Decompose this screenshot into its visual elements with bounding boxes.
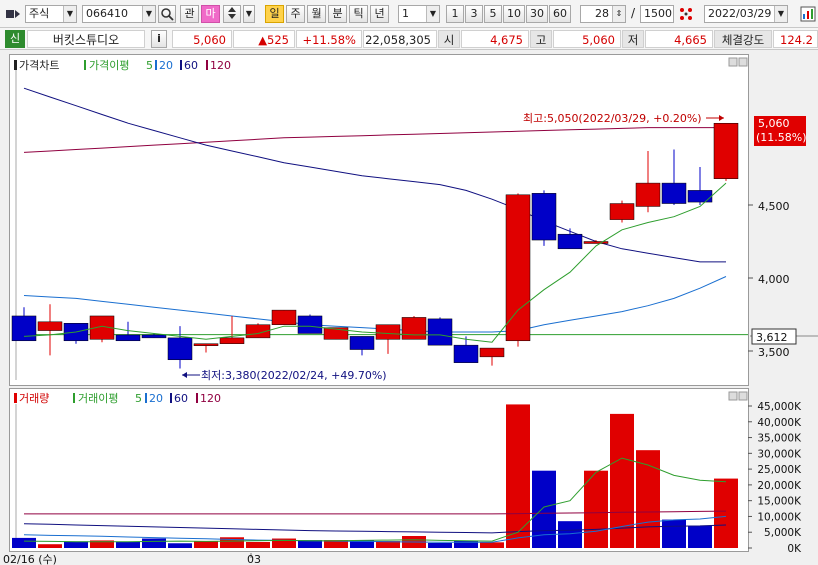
price-tick-label: 4,000 bbox=[758, 273, 790, 286]
volume-series bbox=[12, 404, 738, 548]
price-ma120-line bbox=[23, 127, 726, 153]
volume-bar bbox=[116, 541, 140, 548]
volume-bar bbox=[194, 541, 218, 548]
candle-body bbox=[427, 318, 453, 346]
max-annotation: 최고:5,050(2022/03/29, +0.20%) bbox=[523, 112, 724, 125]
volume-bar bbox=[12, 537, 36, 548]
candle-body bbox=[453, 344, 479, 363]
price-ma20-label: 20 bbox=[159, 59, 173, 72]
candle-body bbox=[609, 203, 635, 220]
volume-ma20-label: 20 bbox=[149, 392, 163, 405]
price-ma120-label: 120 bbox=[210, 59, 231, 72]
volume-tick-label: 10,000K bbox=[757, 511, 802, 523]
candle-body bbox=[37, 321, 63, 331]
price-chart-title: 가격차트 bbox=[19, 59, 59, 72]
volume-tick-label: 5,000K bbox=[764, 527, 802, 539]
candle-body bbox=[583, 241, 609, 244]
candle-body bbox=[713, 122, 739, 179]
chart-svg: 가격차트 가격이평 5 20 60 120 거래량 거래이평 5 20 60 1… bbox=[3, 57, 818, 565]
volume-tick-label: 35,000K bbox=[757, 433, 802, 445]
volume-panel-controls[interactable] bbox=[728, 391, 748, 401]
volume-bar bbox=[688, 525, 712, 548]
candle-body bbox=[193, 343, 219, 346]
candle-body bbox=[557, 233, 583, 250]
candle-body bbox=[375, 324, 401, 340]
volume-ma-label: 거래이평 bbox=[78, 392, 118, 405]
ref-price-tag-value: 3,612 bbox=[756, 331, 788, 344]
volume-bar bbox=[38, 544, 62, 548]
volume-bar bbox=[584, 470, 608, 548]
candle-body bbox=[297, 315, 323, 334]
candle-body bbox=[115, 334, 141, 342]
x-axis-start-label: 02/16 (수) bbox=[3, 553, 57, 565]
candle-body bbox=[219, 337, 245, 344]
candle-body bbox=[11, 315, 37, 342]
max-annotation-text: 최고:5,050(2022/03/29, +0.20%) bbox=[523, 112, 702, 125]
candle-body bbox=[635, 182, 661, 207]
candle-body bbox=[349, 336, 375, 350]
price-ma-label: 가격이평 bbox=[89, 59, 129, 72]
price-tick-label: 3,500 bbox=[758, 346, 790, 359]
candle-body bbox=[479, 347, 505, 358]
volume-tick-label: 45,000K bbox=[757, 401, 802, 413]
volume-tick-label: 15,000K bbox=[757, 496, 802, 508]
min-annotation-text: 최저:3,380(2022/02/24, +49.70%) bbox=[201, 369, 387, 382]
axes: 4,500 4,000 3,500 45,000K 40,000K 35,000K 30,0… bbox=[748, 200, 802, 555]
volume-bar bbox=[64, 541, 88, 548]
volume-tick-label: 30,000K bbox=[757, 448, 802, 460]
volume-tick-label: 25,000K bbox=[757, 464, 802, 476]
volume-ma60-label: 60 bbox=[174, 392, 188, 405]
candle-body bbox=[505, 194, 531, 342]
price-tick-label: 4,500 bbox=[758, 200, 790, 213]
candle-body bbox=[271, 309, 297, 325]
ref-price-tag: 3,612 bbox=[751, 328, 797, 345]
price-ma60-label: 60 bbox=[184, 59, 198, 72]
current-pct-tag-value: (11.58%) bbox=[756, 131, 807, 144]
candle-body bbox=[141, 334, 167, 339]
volume-bar bbox=[480, 542, 504, 548]
candle-body bbox=[661, 182, 687, 204]
candle-body bbox=[531, 193, 557, 241]
price-ma20-line bbox=[23, 276, 727, 333]
volume-bar bbox=[532, 470, 556, 548]
volume-bar bbox=[168, 543, 192, 548]
volume-tick-label: 40,000K bbox=[757, 417, 802, 429]
volume-bar bbox=[714, 478, 738, 548]
volume-ma5-label: 5 bbox=[135, 392, 142, 405]
candle-body bbox=[401, 317, 427, 340]
volume-bar bbox=[246, 542, 270, 548]
candle-body bbox=[687, 190, 713, 203]
volume-ma120-label: 120 bbox=[200, 392, 221, 405]
volume-bar bbox=[662, 519, 686, 548]
volume-bar bbox=[428, 542, 452, 548]
candle-body bbox=[167, 337, 193, 361]
min-annotation: 최저:3,380(2022/02/24, +49.70%) bbox=[182, 369, 387, 382]
volume-tick-label: 20,000K bbox=[757, 480, 802, 492]
volume-tick-label: 0K bbox=[787, 543, 802, 555]
current-price-tag-value: 5,060 bbox=[758, 117, 790, 130]
price-panel-controls[interactable] bbox=[728, 57, 748, 67]
volume-bar bbox=[506, 404, 530, 548]
legend-marker bbox=[14, 60, 17, 70]
volume-legend: 거래량 거래이평 5 20 60 120 bbox=[14, 392, 221, 405]
current-price-tag: 5,060 (11.58%) bbox=[754, 116, 807, 146]
price-ma5-label: 5 bbox=[146, 59, 153, 72]
x-axis-month-label: 03 bbox=[247, 553, 261, 565]
volume-bar bbox=[142, 538, 166, 548]
volume-chart-title: 거래량 bbox=[19, 392, 49, 405]
price-legend: 가격차트 가격이평 5 20 60 120 bbox=[14, 59, 231, 72]
